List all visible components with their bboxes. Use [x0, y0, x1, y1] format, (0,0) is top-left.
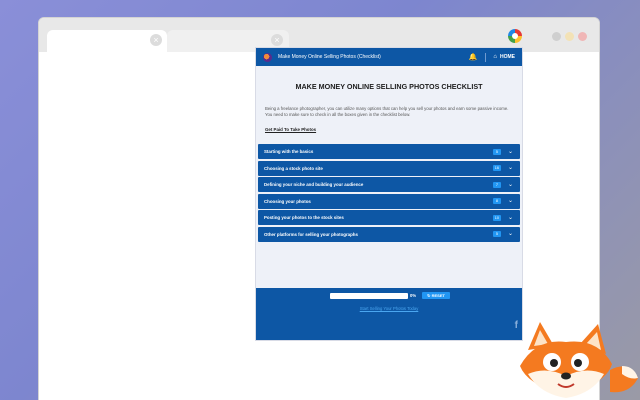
progress-bar [330, 292, 408, 299]
chevron-down-icon[interactable]: ⌄ [508, 215, 513, 221]
logo-icon [263, 52, 272, 62]
section-label: Other platforms for selling your photogr… [264, 231, 358, 237]
count-badge: 16 [492, 165, 501, 171]
chevron-down-icon[interactable]: ⌄ [508, 198, 513, 204]
fox-nose [561, 372, 571, 380]
section-item[interactable]: Defining your niche and building your au… [258, 177, 520, 192]
count-badge: 8 [492, 198, 501, 204]
section-item[interactable]: Choosing a stock photo site 16 ⌄ [258, 160, 520, 176]
divider [485, 52, 487, 62]
home-label: HOME [500, 54, 515, 60]
chevron-down-icon[interactable]: ⌄ [508, 231, 513, 237]
section-label: Defining your niche and building your au… [264, 182, 364, 187]
count-badge: 5 [492, 148, 501, 155]
count-badge: 5 [492, 231, 501, 237]
progress-percent: 0% [410, 293, 417, 298]
tab-bar: × × [39, 18, 599, 52]
close-icon[interactable]: × [271, 34, 283, 46]
section-label: Posting your photos to the stock sites [264, 215, 344, 220]
close-icon[interactable]: × [150, 34, 162, 46]
refresh-icon: ↻ [427, 293, 431, 298]
section-item[interactable]: Choosing your photos 8 ⌄ [258, 193, 520, 209]
window-dot-icon[interactable] [578, 32, 587, 41]
section-label: Starting with the basics [264, 149, 314, 154]
page-title: MAKE MONEY ONLINE SELLING PHOTOS CHECKLI… [295, 82, 483, 91]
browser-tab-active[interactable]: × [47, 30, 167, 52]
chevron-down-icon[interactable]: ⌄ [508, 149, 513, 155]
window-dot-icon[interactable] [552, 32, 561, 41]
popup-footer: 0% ↻ RESET Start Selling Your Photos Tod… [256, 288, 522, 340]
checklist-popup: Make Money Online Selling Photos (Checkl… [256, 48, 522, 340]
description: Being a freelance photographer, you can … [265, 106, 509, 117]
fox-pupil-right [574, 359, 582, 367]
extension-icon[interactable] [508, 29, 522, 43]
progress-row: 0% ↻ RESET [330, 292, 451, 299]
count-badge: 10 [492, 214, 501, 221]
get-paid-link[interactable]: Get Paid To Take Photos [265, 127, 316, 132]
section-list: Starting with the basics 5 ⌄ Choosing a … [258, 144, 520, 242]
chevron-down-icon[interactable]: ⌄ [508, 182, 513, 188]
section-item[interactable]: Starting with the basics 5 ⌄ [258, 144, 520, 159]
chevron-down-icon[interactable]: ⌄ [508, 165, 513, 171]
section-item[interactable]: Posting your photos to the stock sites 1… [258, 210, 520, 225]
popup-header: Make Money Online Selling Photos (Checkl… [256, 48, 522, 66]
reset-button[interactable]: ↻ RESET [422, 292, 451, 299]
reset-label: RESET [431, 293, 445, 298]
start-selling-link[interactable]: Start Selling Your Photos Today [256, 306, 522, 311]
fox-pupil-left [550, 359, 558, 367]
bell-icon[interactable]: 🔔 [469, 53, 478, 61]
popup-title: Make Money Online Selling Photos (Checkl… [278, 54, 381, 60]
section-item[interactable]: Other platforms for selling your photogr… [258, 226, 520, 242]
window-dot-icon[interactable] [565, 32, 574, 41]
count-badge: 7 [492, 181, 501, 188]
section-label: Choosing your photos [264, 198, 311, 204]
section-label: Choosing a stock photo site [264, 165, 323, 171]
home-icon: ⌂ [493, 54, 497, 60]
fox-mascot [520, 322, 638, 398]
home-button[interactable]: ⌂ HOME [493, 54, 515, 60]
